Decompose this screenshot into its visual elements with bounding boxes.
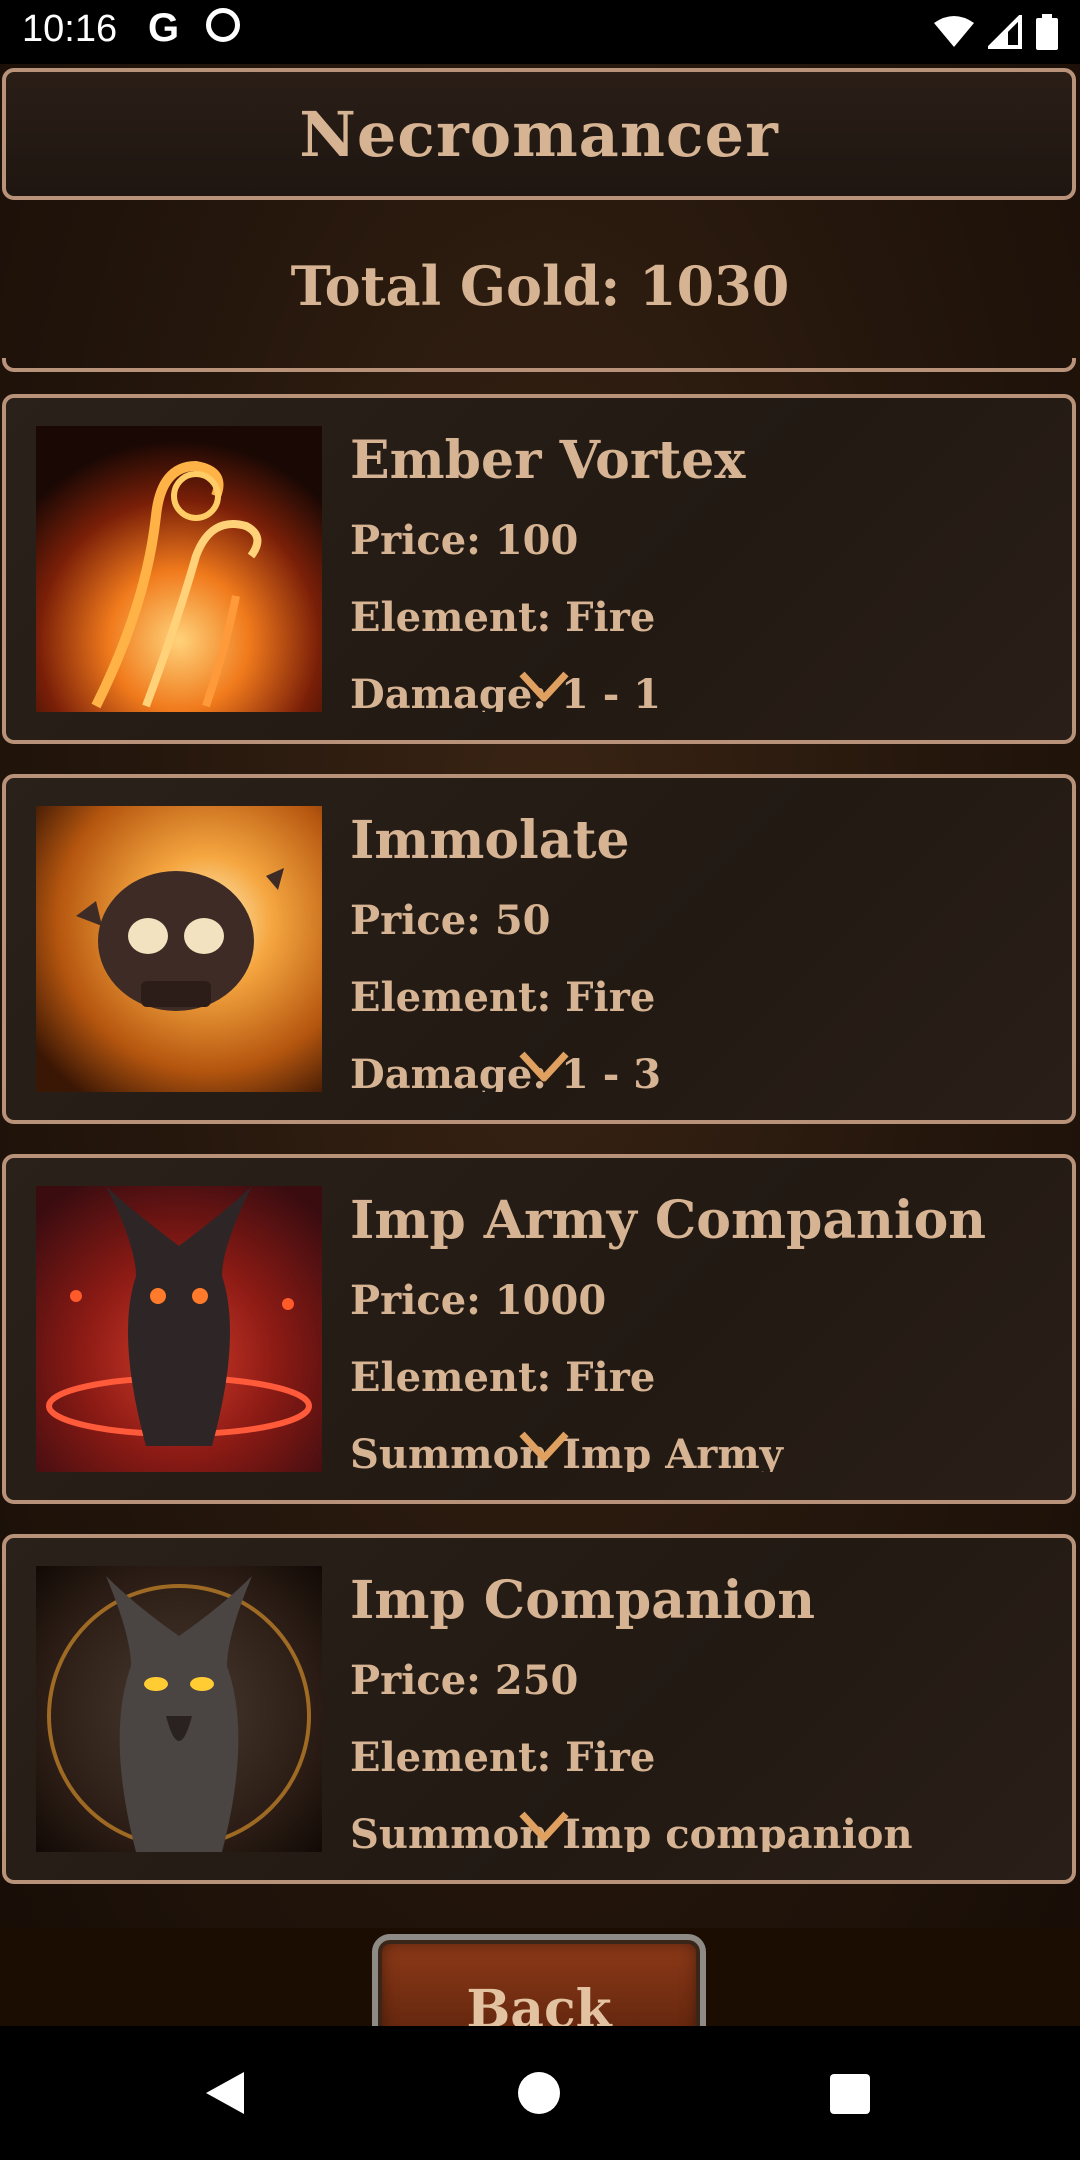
battery-icon: [1036, 14, 1058, 50]
item-info: Imp Companion Price: 250 Element: Fire S…: [350, 1560, 1052, 1852]
google-g-icon: G: [148, 6, 180, 50]
system-nav-bar: [0, 2026, 1080, 2160]
immolate-skull-image: [36, 806, 322, 1092]
item-info: Immolate Price: 50 Element: Fire Damage:…: [350, 800, 1052, 1092]
list-item[interactable]: Imp Army Companion Price: 1000 Element: …: [2, 1154, 1076, 1504]
recents-square-icon[interactable]: [830, 2074, 870, 2114]
chevron-down-icon[interactable]: [518, 1050, 570, 1084]
item-price: Price: 100: [350, 517, 579, 564]
item-name: Imp Companion: [350, 1570, 816, 1631]
status-icons: [934, 12, 1058, 52]
item-name: Ember Vortex: [350, 430, 746, 491]
item-price: Price: 250: [350, 1657, 579, 1704]
item-list[interactable]: Ember Vortex Price: 100 Element: Fire Da…: [0, 394, 1080, 1928]
circle-q-icon: [206, 8, 240, 42]
item-info: Ember Vortex Price: 100 Element: Fire Da…: [350, 420, 1052, 712]
list-item[interactable]: Imp Companion Price: 250 Element: Fire S…: [2, 1534, 1076, 1884]
item-element: Element: Fire: [350, 974, 656, 1021]
imp-army-image: [36, 1186, 322, 1472]
list-item[interactable]: Ember Vortex Price: 100 Element: Fire Da…: [2, 394, 1076, 744]
header-divider: [2, 358, 1076, 372]
item-info: Imp Army Companion Price: 1000 Element: …: [350, 1180, 1052, 1472]
item-detail: Damage: 1 - 1: [350, 671, 662, 712]
home-circle-icon[interactable]: [518, 2072, 560, 2114]
status-bar: 10:16 G: [0, 0, 1080, 64]
title-panel: Necromancer: [2, 68, 1076, 200]
shop-screen: Necromancer Total Gold: 1030 Ember Vorte…: [0, 64, 1080, 2090]
chevron-down-icon[interactable]: [518, 670, 570, 704]
item-element: Element: Fire: [350, 1354, 656, 1401]
list-item[interactable]: Immolate Price: 50 Element: Fire Damage:…: [2, 774, 1076, 1124]
item-element: Element: Fire: [350, 594, 656, 641]
wifi-icon: [934, 16, 974, 47]
total-gold-label: Total Gold: 1030: [290, 254, 790, 318]
status-time: 10:16: [22, 8, 118, 50]
item-detail: Damage: 1 - 3: [350, 1051, 662, 1092]
gold-panel: Total Gold: 1030: [0, 204, 1080, 368]
imp-companion-image: [36, 1566, 322, 1852]
item-price: Price: 50: [350, 897, 551, 944]
item-price: Price: 1000: [350, 1277, 607, 1324]
chevron-down-icon[interactable]: [518, 1810, 570, 1844]
item-name: Immolate: [350, 810, 630, 871]
item-name: Imp Army Companion: [350, 1190, 987, 1251]
back-triangle-icon[interactable]: [204, 2070, 246, 2116]
item-detail: Summon Imp Army: [350, 1431, 783, 1472]
ember-vortex-image: [36, 426, 322, 712]
signal-icon: [988, 15, 1022, 49]
item-element: Element: Fire: [350, 1734, 656, 1781]
item-detail: Summon Imp companion: [350, 1811, 913, 1852]
page-title: Necromancer: [299, 97, 779, 171]
chevron-down-icon[interactable]: [518, 1430, 570, 1464]
